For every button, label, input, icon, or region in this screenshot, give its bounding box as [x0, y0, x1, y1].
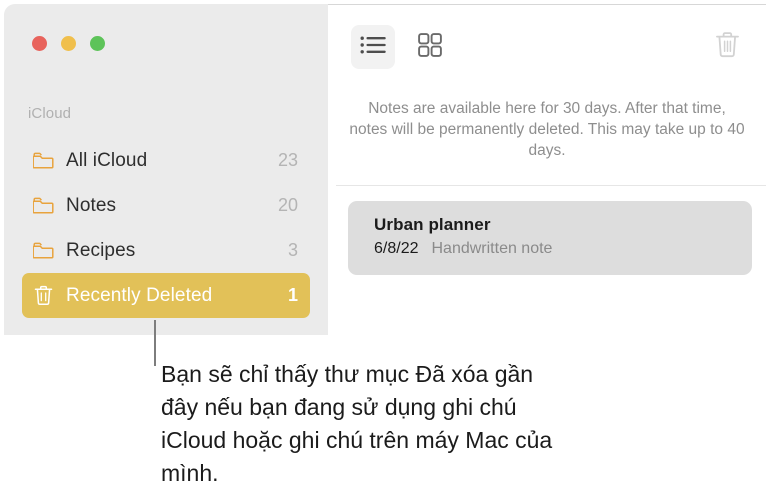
sidebar-item-all-icloud[interactable]: All iCloud 23	[22, 138, 310, 183]
callout-text: Bạn sẽ chỉ thấy thư mục Đã xóa gần đây n…	[161, 361, 553, 486]
trash-icon	[715, 31, 740, 63]
sidebar-section-header: iCloud	[28, 105, 72, 122]
sidebar-item-count: 23	[277, 150, 298, 170]
note-date: 6/8/22	[374, 240, 419, 257]
note-subtitle: Handwritten note	[431, 240, 553, 257]
close-window-button[interactable]	[32, 36, 47, 51]
sidebar-item-count: 1	[287, 285, 298, 305]
sidebar: iCloud All iCloud 23 Notes 20 Recipes 3 …	[4, 4, 328, 335]
sidebar-item-recently-deleted[interactable]: Recently Deleted 1	[22, 273, 310, 318]
notes-app-window: iCloud All iCloud 23 Notes 20 Recipes 3 …	[4, 4, 766, 335]
note-meta: 6/8/22 Handwritten note	[374, 240, 752, 258]
retention-message: Notes are available here for 30 days. Af…	[349, 100, 745, 159]
list-view-icon	[360, 35, 386, 60]
gallery-view-icon	[418, 32, 442, 62]
folder-icon	[32, 195, 54, 217]
sidebar-item-label: Recipes	[66, 239, 136, 261]
list-view-button[interactable]	[351, 25, 395, 69]
sidebar-item-count: 3	[287, 240, 298, 260]
divider	[336, 185, 766, 186]
sidebar-folder-list: All iCloud 23 Notes 20 Recipes 3 Recentl…	[4, 138, 328, 318]
note-list-panel: Notes are available here for 30 days. Af…	[328, 4, 766, 335]
toolbar	[328, 5, 766, 89]
note-title: Urban planner	[374, 215, 491, 234]
window-controls	[32, 36, 105, 51]
sidebar-item-count: 20	[277, 195, 298, 215]
sidebar-item-notes[interactable]: Notes 20	[22, 183, 310, 228]
callout-leader-line	[154, 320, 156, 366]
list-item[interactable]: Urban planner 6/8/22 Handwritten note	[348, 201, 752, 275]
folder-icon	[32, 240, 54, 262]
maximize-window-button[interactable]	[90, 36, 105, 51]
delete-note-button[interactable]	[705, 25, 749, 69]
sidebar-item-label: All iCloud	[66, 149, 148, 171]
sidebar-item-recipes[interactable]: Recipes 3	[22, 228, 310, 273]
trash-icon	[32, 285, 54, 307]
note-list: Urban planner 6/8/22 Handwritten note	[328, 201, 766, 275]
minimize-window-button[interactable]	[61, 36, 76, 51]
sidebar-item-label: Recently Deleted	[66, 284, 213, 306]
gallery-view-button[interactable]	[408, 25, 452, 69]
sidebar-item-label: Notes	[66, 194, 117, 216]
folder-icon	[32, 150, 54, 172]
